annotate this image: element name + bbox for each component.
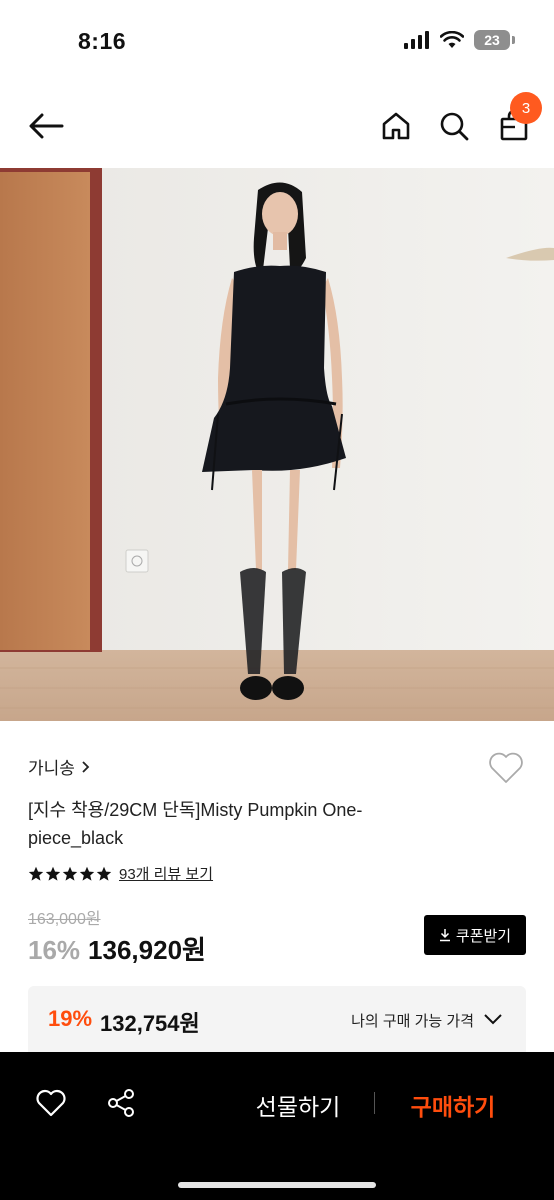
status-time: 8:16 [78, 28, 127, 54]
original-price: 163,000원 [28, 911, 101, 928]
heart-icon [36, 1089, 66, 1117]
star-icon [28, 866, 44, 881]
back-arrow-icon [29, 113, 64, 139]
status-icons: 23 [404, 30, 515, 50]
battery-indicator: 23 [474, 30, 515, 50]
home-button[interactable] [376, 106, 416, 146]
star-icon [79, 866, 95, 881]
my-price-label: 나의 구매 가능 가격 [351, 1013, 474, 1030]
signal-icon [404, 31, 429, 49]
share-icon [108, 1089, 134, 1117]
price-row: 16% 136,920원 [28, 930, 206, 967]
coupon-button[interactable]: 쿠폰받기 [424, 915, 526, 955]
heart-icon [489, 752, 523, 783]
brand-name: 가니송 [28, 759, 75, 778]
bottom-action-bar: 선물하기 구매하기 [0, 1052, 554, 1200]
divider [374, 1092, 375, 1114]
status-bar: 8:16 23 [0, 0, 554, 80]
coupon-label: 쿠폰받기 [455, 927, 512, 945]
wishlist-button[interactable] [486, 748, 526, 788]
my-price: 132,754원 [100, 1011, 200, 1036]
rating-row: 93개 리뷰 보기 [28, 863, 213, 884]
download-icon [439, 929, 450, 942]
search-icon [440, 112, 469, 141]
chevron-down-icon [484, 1014, 502, 1025]
back-button[interactable] [26, 106, 66, 146]
star-icon [45, 866, 61, 881]
brand-link[interactable]: 가니송 [28, 754, 91, 779]
wifi-icon [440, 31, 464, 48]
nav-bar: 3 [0, 90, 554, 162]
product-title: [지수 착용/29CM 단독]Misty Pumpkin One-piece_b… [28, 800, 363, 848]
rating-stars [28, 866, 112, 882]
chevron-right-icon [82, 760, 90, 773]
review-link[interactable]: 93개 리뷰 보기 [119, 863, 213, 884]
my-price-toggle[interactable]: 19% 132,754원 나의 구매 가능 가격 [28, 986, 526, 1052]
buy-button[interactable]: 구매하기 [396, 1088, 510, 1122]
star-icon [96, 866, 112, 881]
star-icon [62, 866, 78, 881]
search-button[interactable] [434, 106, 474, 146]
sale-price: 136,920원 [88, 935, 206, 965]
discount-rate: 16% [28, 935, 81, 965]
bottom-wishlist-button[interactable] [30, 1082, 72, 1124]
gift-button[interactable]: 선물하기 [240, 1088, 356, 1122]
product-photo [0, 168, 554, 721]
home-icon [382, 112, 410, 140]
home-indicator [178, 1182, 376, 1188]
my-discount-rate: 19% [48, 1006, 93, 1031]
product-image[interactable] [0, 168, 554, 721]
cart-count-badge: 3 [510, 92, 542, 124]
share-button[interactable] [100, 1082, 142, 1124]
